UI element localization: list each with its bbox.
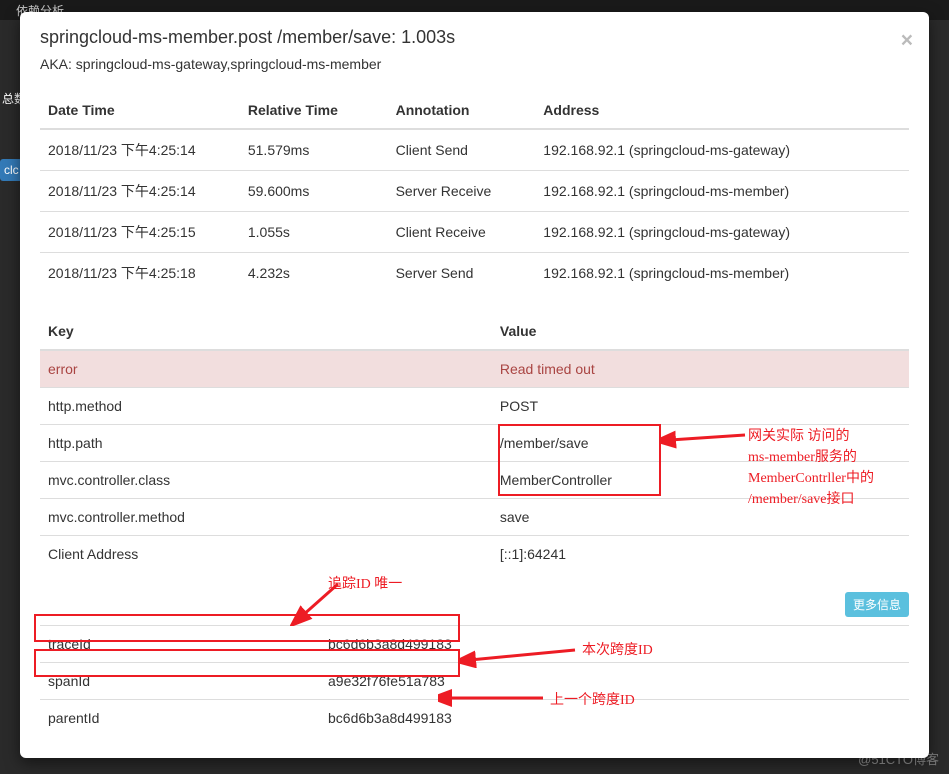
- cell-key: mvc.controller.class: [40, 462, 492, 499]
- close-icon[interactable]: ×: [901, 30, 913, 51]
- cell: Server Send: [388, 253, 536, 294]
- col-key: Key: [40, 313, 492, 350]
- cell-value: /member/save: [492, 425, 909, 462]
- cell: 192.168.92.1 (springcloud-ms-member): [535, 171, 909, 212]
- cell-key: error: [40, 350, 492, 388]
- cell-key: http.method: [40, 388, 492, 425]
- modal-subtitle: AKA: springcloud-ms-gateway,springcloud-…: [40, 56, 909, 72]
- cell: 2018/11/23 下午4:25:14: [40, 129, 240, 171]
- cell-key: spanId: [40, 663, 320, 700]
- cell-key: http.path: [40, 425, 492, 462]
- cell: 4.232s: [240, 253, 388, 294]
- cell: 51.579ms: [240, 129, 388, 171]
- watermark: @51CTO博客: [858, 749, 939, 768]
- table-row-error: error Read timed out: [40, 350, 909, 388]
- cell: 192.168.92.1 (springcloud-ms-member): [535, 253, 909, 294]
- modal-header: springcloud-ms-member.post /member/save:…: [20, 12, 929, 82]
- modal-dialog: × springcloud-ms-member.post /member/sav…: [20, 12, 929, 758]
- cell-value: Read timed out: [492, 350, 909, 388]
- cell: 2018/11/23 下午4:25:14: [40, 171, 240, 212]
- cell: 192.168.92.1 (springcloud-ms-gateway): [535, 129, 909, 171]
- cell-value: bc6d6b3a8d499183: [320, 626, 909, 663]
- col-relativetime: Relative Time: [240, 92, 388, 129]
- table-row: 2018/11/23 下午4:25:15 1.055s Client Recei…: [40, 212, 909, 253]
- modal-body: Date Time Relative Time Annotation Addre…: [20, 82, 929, 758]
- cell-key: mvc.controller.method: [40, 499, 492, 536]
- cell-key: Client Address: [40, 536, 492, 573]
- table-row: 2018/11/23 下午4:25:14 59.600ms Server Rec…: [40, 171, 909, 212]
- cell: 59.600ms: [240, 171, 388, 212]
- table-row-parentid: parentId bc6d6b3a8d499183: [40, 700, 909, 737]
- cell-key: traceId: [40, 626, 320, 663]
- cell: Client Receive: [388, 212, 536, 253]
- cell-value: POST: [492, 388, 909, 425]
- cell-value: save: [492, 499, 909, 536]
- cell: 1.055s: [240, 212, 388, 253]
- table-row: http.method POST: [40, 388, 909, 425]
- col-value: Value: [492, 313, 909, 350]
- table-row-traceid: traceId bc6d6b3a8d499183: [40, 626, 909, 663]
- table-row: mvc.controller.class MemberController: [40, 462, 909, 499]
- more-info-button[interactable]: 更多信息: [845, 592, 909, 617]
- table-row: mvc.controller.method save: [40, 499, 909, 536]
- annotations-table: Date Time Relative Time Annotation Addre…: [40, 92, 909, 293]
- col-annotation: Annotation: [388, 92, 536, 129]
- table-row: 2018/11/23 下午4:25:18 4.232s Server Send …: [40, 253, 909, 294]
- cell: 2018/11/23 下午4:25:15: [40, 212, 240, 253]
- tags-table: Key Value error Read timed out http.meth…: [40, 313, 909, 572]
- table-row: Client Address [::1]:64241: [40, 536, 909, 573]
- cell: Server Receive: [388, 171, 536, 212]
- cell-value: [::1]:64241: [492, 536, 909, 573]
- cell-key: parentId: [40, 700, 320, 737]
- cell: 2018/11/23 下午4:25:18: [40, 253, 240, 294]
- cell-value: bc6d6b3a8d499183: [320, 700, 909, 737]
- col-datetime: Date Time: [40, 92, 240, 129]
- cell: Client Send: [388, 129, 536, 171]
- modal-title: springcloud-ms-member.post /member/save:…: [40, 27, 909, 48]
- table-row-spanid: spanId a9e32f76fe51a783: [40, 663, 909, 700]
- cell-value: a9e32f76fe51a783: [320, 663, 909, 700]
- col-address: Address: [535, 92, 909, 129]
- ids-table: traceId bc6d6b3a8d499183 spanId a9e32f76…: [40, 625, 909, 736]
- table-row: http.path /member/save: [40, 425, 909, 462]
- cell-value: MemberController: [492, 462, 909, 499]
- cell: 192.168.92.1 (springcloud-ms-gateway): [535, 212, 909, 253]
- table-row: 2018/11/23 下午4:25:14 51.579ms Client Sen…: [40, 129, 909, 171]
